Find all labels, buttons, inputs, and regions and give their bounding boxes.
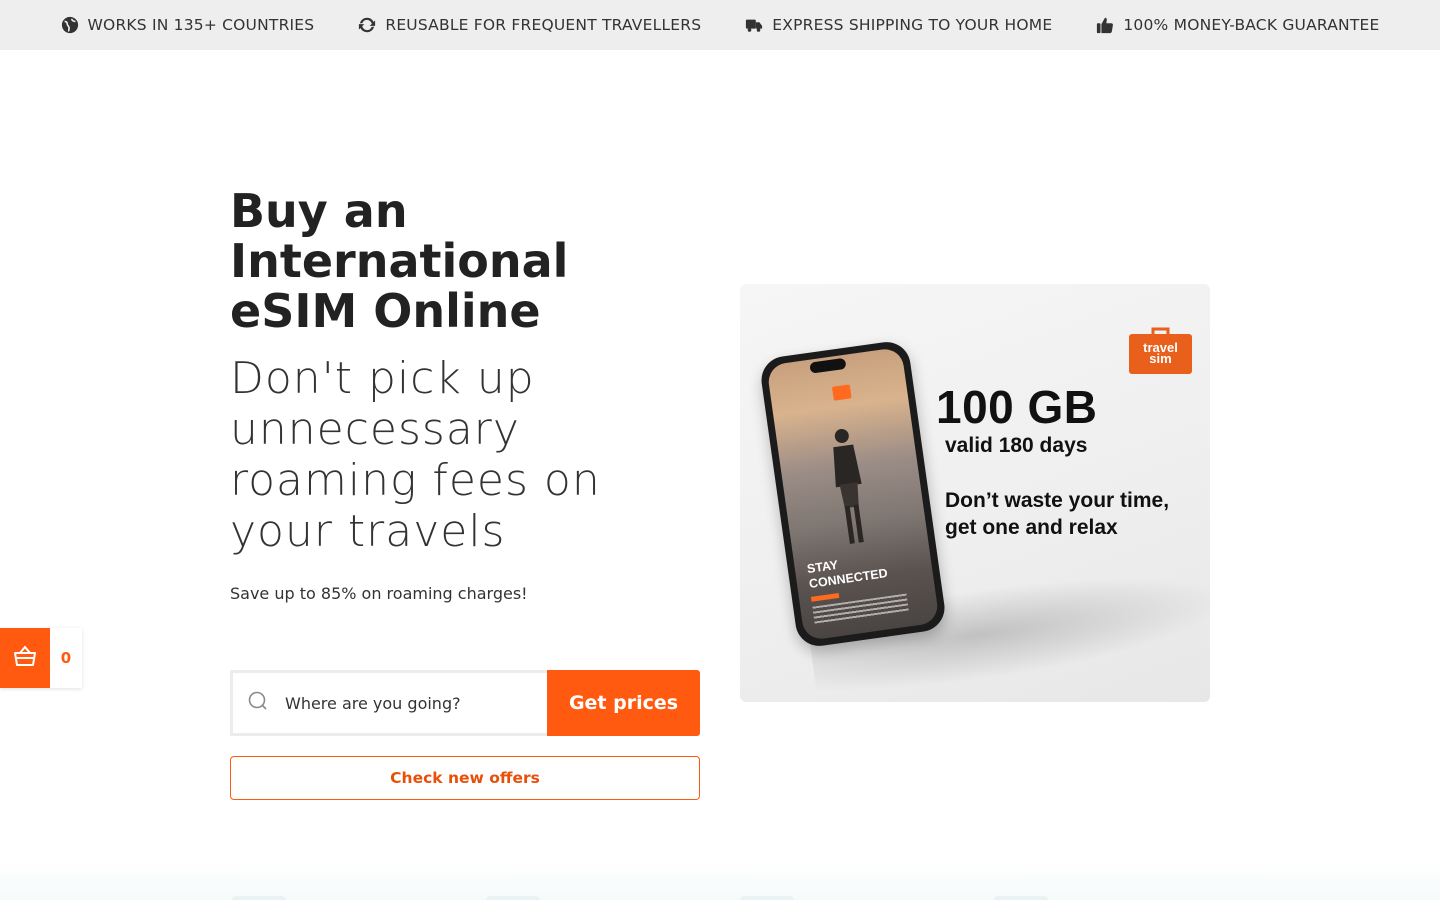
validity-text: valid 180 days [945, 434, 1088, 457]
phone-caption: STAY CONNECTED [806, 551, 889, 592]
brand-name: travel sim [1129, 341, 1192, 366]
mini-logo-icon [831, 384, 852, 401]
section-card-top [486, 896, 540, 900]
benefit-countries: WORKS IN 135+ COUNTRIES [61, 16, 315, 34]
phone-screen: STAY CONNECTED [766, 346, 940, 642]
benefit-label: 100% MONEY-BACK GUARANTEE [1123, 16, 1380, 34]
page-title: Buy an International eSIM Online [230, 184, 569, 338]
basket-icon [12, 643, 38, 673]
check-new-offers-button[interactable]: Check new offers [230, 756, 700, 800]
benefit-label: REUSABLE FOR FREQUENT TRAVELLERS [385, 16, 702, 34]
product-tagline: Don’t waste your time, get one and relax [945, 489, 1170, 539]
benefit-label: EXPRESS SHIPPING TO YOUR HOME [772, 16, 1053, 34]
search-field-wrapper[interactable] [230, 670, 547, 736]
benefit-reusable: REUSABLE FOR FREQUENT TRAVELLERS [358, 16, 701, 34]
benefit-label: WORKS IN 135+ COUNTRIES [87, 16, 315, 34]
traveler-silhouette [833, 428, 864, 544]
cart-widget[interactable]: 0 [0, 628, 82, 688]
data-amount: 100 GB [936, 381, 1098, 433]
section-card-top [232, 896, 286, 900]
benefit-shipping: EXPRESS SHIPPING TO YOUR HOME [745, 16, 1052, 34]
savings-text: Save up to 85% on roaming charges! [230, 584, 528, 603]
truck-icon [745, 16, 763, 34]
search-icon [247, 690, 269, 716]
phone-illustration: STAY CONNECTED [758, 338, 948, 650]
thumbs-up-icon [1096, 16, 1114, 34]
hero-subtitle: Don't pick up unnecessary roaming fees o… [230, 353, 601, 557]
next-section-edge [0, 862, 1440, 900]
destination-input[interactable] [285, 693, 525, 713]
brand-line2: sim [1149, 351, 1172, 366]
cart-icon-box[interactable] [0, 628, 50, 688]
phone-tag [810, 592, 840, 602]
destination-search: Get prices [230, 670, 700, 736]
cart-count: 0 [60, 649, 72, 667]
refresh-icon [358, 16, 376, 34]
section-card-top [740, 896, 794, 900]
get-prices-button[interactable]: Get prices [547, 670, 700, 736]
benefits-bar: WORKS IN 135+ COUNTRIES REUSABLE FOR FRE… [0, 0, 1440, 50]
benefit-guarantee: 100% MONEY-BACK GUARANTEE [1096, 16, 1379, 34]
section-card-top [994, 896, 1048, 900]
globe-icon [61, 16, 79, 34]
product-image: STAY CONNECTED travel sim 100 GB valid 1… [740, 284, 1210, 702]
